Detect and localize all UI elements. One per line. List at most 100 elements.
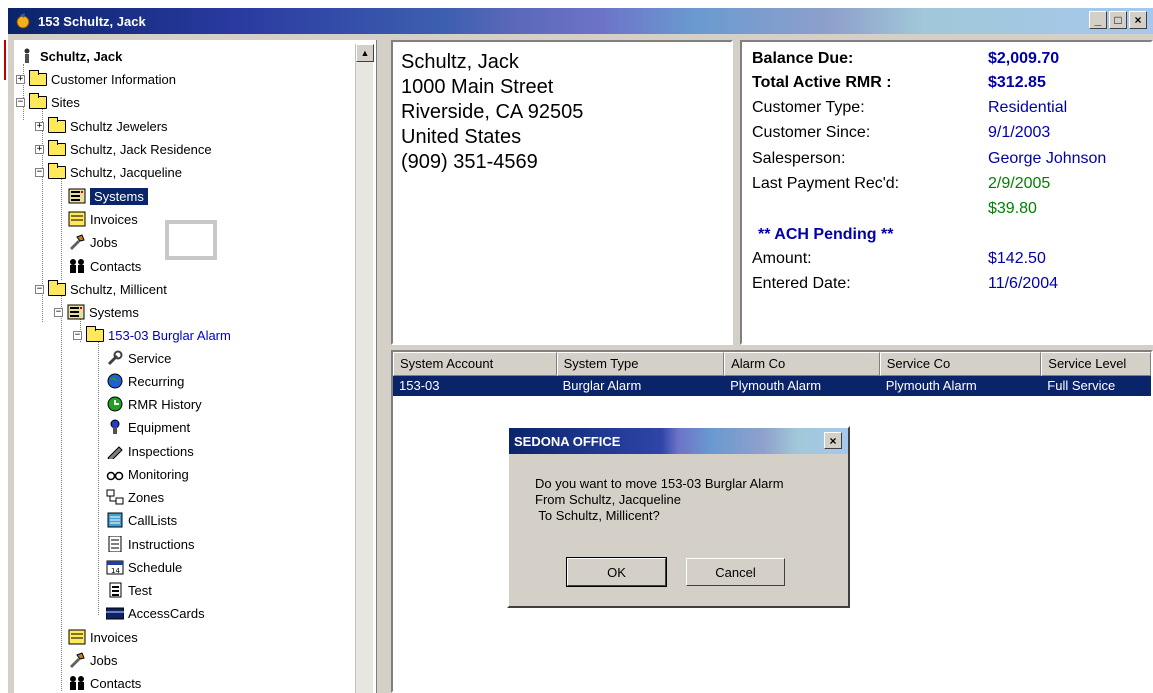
tree-monitoring[interactable]: Monitoring [106, 464, 189, 484]
table-cell: Plymouth Alarm [730, 378, 822, 393]
address-city: Riverside, CA 92505 [401, 101, 584, 123]
collapse-icon[interactable]: − [35, 284, 44, 294]
tree-rmr-history[interactable]: RMR History [106, 394, 202, 414]
tree-site-jacqueline[interactable]: − Schultz, Jacqueline [35, 162, 182, 182]
tree-inspections[interactable]: Inspections [106, 441, 194, 461]
tree-zones[interactable]: Zones [106, 487, 164, 507]
tree-label: Invoices [90, 211, 138, 227]
tree-millicent-systems[interactable]: − Systems [54, 302, 139, 322]
collapse-icon[interactable]: − [54, 307, 63, 317]
column-header[interactable]: System Type [556, 352, 725, 376]
customer-since-value: 9/1/2003 [988, 124, 1051, 141]
tree-accesscards[interactable]: AccessCards [106, 603, 205, 623]
collapse-icon[interactable]: − [73, 330, 82, 340]
table-row[interactable]: 153-03 Burglar Alarm Plymouth Alarm Plym… [393, 376, 1151, 396]
column-header[interactable]: Service Level [1041, 352, 1151, 376]
collapse-icon[interactable]: − [16, 97, 25, 107]
tree-label: AccessCards [128, 605, 205, 621]
systems-icon [67, 304, 85, 320]
balance-panel: Balance Due: $2,009.70 Total Active RMR … [740, 40, 1153, 345]
table-cell: Plymouth Alarm [885, 378, 977, 393]
column-header[interactable]: Alarm Co [724, 352, 880, 376]
maximize-button[interactable]: □ [1109, 11, 1127, 29]
column-header[interactable]: System Account [393, 352, 557, 376]
salesperson-label: Salesperson: [752, 150, 846, 167]
tree-label: Systems [90, 187, 148, 205]
tree-jacqueline-systems[interactable]: Systems [68, 186, 148, 206]
address-country: United States [401, 126, 522, 148]
table-cell: Burglar Alarm [562, 378, 642, 393]
tree-root[interactable]: Schultz, Jack [18, 46, 122, 66]
scroll-up-arrow-icon[interactable]: ▲ [356, 44, 374, 62]
tree-jacqueline-contacts[interactable]: Contacts [68, 256, 141, 276]
tree-calllists[interactable]: CallLists [106, 510, 177, 530]
tree-jacqueline-invoices[interactable]: Invoices [68, 209, 138, 229]
column-header[interactable]: Service Co [879, 352, 1042, 376]
tree-label: CallLists [128, 512, 178, 528]
tree-site-jewelers[interactable]: + Schultz Jewelers [35, 116, 168, 136]
last-payment-label: Last Payment Rec'd: [752, 175, 900, 192]
collapse-icon[interactable]: − [35, 167, 44, 177]
tree-label: Equipment [128, 419, 191, 435]
systems-icon [68, 188, 86, 204]
expand-icon[interactable]: + [35, 144, 44, 154]
tree-service[interactable]: Service [106, 348, 171, 368]
dialog-title: SEDONA OFFICE [514, 433, 621, 449]
dialog-message-line: From Schultz, Jacqueline [535, 492, 681, 507]
tree-sites[interactable]: − Sites [16, 92, 80, 112]
invoice-icon [68, 629, 86, 645]
app-icon [12, 10, 34, 32]
tree-label: Customer Information [51, 71, 176, 87]
tree-millicent-contacts[interactable]: Contacts [68, 673, 141, 693]
calllist-icon [106, 512, 124, 528]
tree-scrollbar[interactable]: ▲ [355, 44, 374, 693]
drag-focus-box [165, 220, 217, 260]
tree-label: Test [128, 582, 152, 598]
tree-recurring[interactable]: Recurring [106, 371, 184, 391]
expand-icon[interactable]: + [35, 121, 44, 131]
tree-label: Recurring [128, 373, 185, 389]
dialog-close-button[interactable]: × [824, 432, 842, 449]
customer-tree[interactable]: Schultz, Jack + Customer Information − S… [14, 40, 377, 693]
window-titlebar[interactable]: 153 Schultz, Jack _ □ × [8, 8, 1153, 34]
tree-site-millicent[interactable]: − Schultz, Millicent [35, 279, 167, 299]
tree-millicent-invoices[interactable]: Invoices [68, 627, 138, 647]
tree-jacqueline-jobs[interactable]: Jobs [68, 232, 117, 252]
tree-label: Instructions [128, 536, 195, 552]
equipment-icon [106, 419, 124, 434]
folder-icon [29, 69, 47, 86]
tree-schedule[interactable]: 14 Schedule [106, 557, 182, 577]
open-folder-icon [48, 279, 66, 296]
cancel-button[interactable]: Cancel [686, 558, 785, 586]
minimize-button[interactable]: _ [1089, 11, 1107, 29]
rmr-value: $312.85 [988, 74, 1046, 91]
ok-button[interactable]: OK [566, 557, 667, 587]
tree-label: Schultz Jewelers [70, 118, 168, 134]
rmr-label: Total Active RMR : [752, 74, 892, 91]
dialog-titlebar[interactable]: SEDONA OFFICE × [509, 428, 848, 454]
tree-millicent-jobs[interactable]: Jobs [68, 650, 117, 670]
tree-equipment[interactable]: Equipment [106, 417, 190, 437]
tree-site-residence[interactable]: + Schultz, Jack Residence [35, 139, 212, 159]
tree-customer-info[interactable]: + Customer Information [16, 69, 176, 89]
dialog-message: Do you want to move 153-03 Burglar Alarm… [535, 476, 784, 524]
tree-instructions[interactable]: Instructions [106, 534, 194, 554]
zones-icon [106, 489, 124, 505]
expand-icon[interactable]: + [16, 74, 25, 84]
tree-root-label: Schultz, Jack [40, 48, 123, 64]
customer-type-value: Residential [988, 99, 1068, 116]
wrench-icon [106, 350, 124, 366]
entered-date-label: Entered Date: [752, 275, 851, 292]
close-button[interactable]: × [1129, 11, 1147, 29]
customer-name: Schultz, Jack [401, 51, 519, 73]
document-icon [106, 536, 124, 552]
tree-label: Schultz, Millicent [70, 281, 167, 297]
tree-label: Contacts [90, 675, 142, 691]
tree-system-burglar[interactable]: − 153-03 Burglar Alarm [73, 325, 231, 345]
open-folder-icon [48, 162, 66, 179]
tools-icon [68, 234, 86, 250]
glasses-icon [106, 467, 124, 481]
tree-test[interactable]: Test [106, 580, 152, 600]
window-title: 153 Schultz, Jack [38, 13, 146, 29]
ach-pending-label: ** ACH Pending ** [758, 226, 894, 243]
